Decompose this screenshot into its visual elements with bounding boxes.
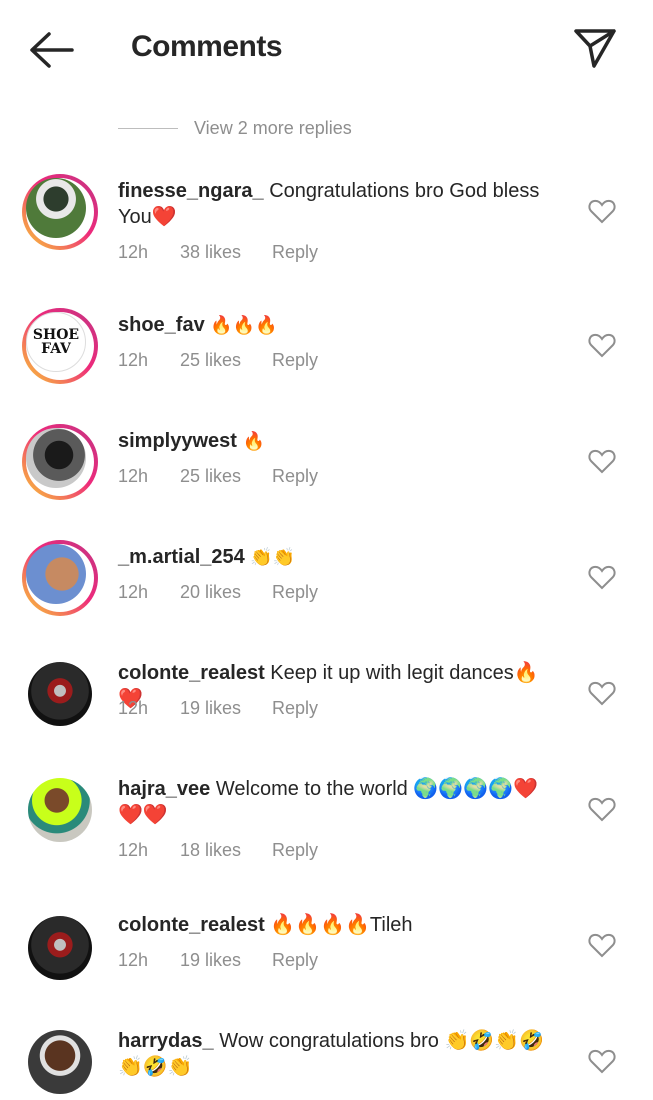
comment-likes[interactable]: 18 likes [180,840,272,861]
comment-message: 🔥🔥🔥 [210,315,278,336]
page-title: Comments [131,30,283,63]
avatar[interactable] [22,910,98,986]
divider-line [118,127,178,129]
avatar[interactable] [22,540,98,616]
heart-icon[interactable] [588,448,616,474]
comment-username[interactable]: harrydas_ [118,1030,214,1052]
comment-item: _m.artial_254 👏👏 12h 20 likes Reply [0,534,653,634]
comment-message: 🔥🔥🔥🔥Tileh [270,914,413,936]
comment-meta: 12h 25 likes Reply [118,466,318,487]
comment-username[interactable]: finesse_ngara_ [118,180,264,202]
reply-button[interactable]: Reply [272,698,318,719]
reply-button[interactable]: Reply [272,840,318,861]
view-more-replies-label: View 2 more replies [194,117,352,138]
paper-plane-icon[interactable] [572,26,618,70]
avatar[interactable] [22,424,98,500]
heart-icon[interactable] [588,680,616,706]
avatar[interactable] [22,1024,98,1100]
heart-icon[interactable] [588,796,616,822]
comment-meta: 12h 19 likes Reply [118,950,318,971]
comment-item: finesse_ngara_ Congratulations bro God b… [0,168,653,278]
comment-text: finesse_ngara_ Congratulations bro God b… [118,178,558,230]
heart-icon[interactable] [588,1048,616,1074]
comment-message: 👏👏 [250,547,296,568]
comment-meta: 12h 20 likes Reply [118,582,318,603]
comment-likes[interactable]: 19 likes [180,950,272,971]
comment-text: colonte_realest 🔥🔥🔥🔥Tileh [118,912,558,938]
comment-likes[interactable]: 20 likes [180,582,272,603]
avatar[interactable]: SHOE FAV [22,308,98,384]
comment-text: shoe_fav 🔥🔥🔥 [118,312,558,339]
comment-username[interactable]: colonte_realest [118,662,265,684]
comment-text: _m.artial_254 👏👏 [118,544,558,571]
comment-meta: 12h 18 likes Reply [118,840,318,861]
comment-text: simplyywest 🔥 [118,428,558,455]
comment-item: harrydas_ Wow congratulations bro 👏🤣👏🤣👏🤣… [0,1018,653,1094]
avatar[interactable] [22,772,98,848]
comment-meta: 12h 19 likes Reply [118,698,318,719]
comment-time: 12h [118,698,149,718]
comment-item: hajra_vee Welcome to the world 🌍🌍🌍🌍❤️❤️❤… [0,766,653,886]
comment-username[interactable]: colonte_realest [118,914,265,936]
header-bar: Comments [0,0,653,98]
comment-likes[interactable]: 19 likes [180,698,272,719]
view-more-replies-button[interactable]: View 2 more replies [118,116,352,140]
comment-time: 12h [118,950,149,970]
comment-username[interactable]: hajra_vee [118,778,210,800]
comment-time: 12h [118,350,149,370]
comment-time: 12h [118,582,149,602]
comment-item: colonte_realest 🔥🔥🔥🔥Tileh 12h 19 likes R… [0,902,653,1002]
heart-icon[interactable] [588,932,616,958]
comment-likes[interactable]: 25 likes [180,466,272,487]
comment-item: simplyywest 🔥 12h 25 likes Reply [0,418,653,518]
comment-text: harrydas_ Wow congratulations bro 👏🤣👏🤣👏🤣… [118,1028,558,1080]
comment-username[interactable]: _m.artial_254 [118,546,245,568]
avatar[interactable] [22,656,98,732]
comment-meta: 12h 38 likes Reply [118,242,318,263]
avatar[interactable] [22,174,98,250]
arrow-left-icon[interactable] [28,30,74,70]
comment-likes[interactable]: 38 likes [180,242,272,263]
avatar-logo-text: SHOE FAV [32,327,80,357]
reply-button[interactable]: Reply [272,466,318,487]
comment-username[interactable]: shoe_fav [118,314,205,336]
comment-text: hajra_vee Welcome to the world 🌍🌍🌍🌍❤️❤️❤… [118,776,558,828]
comment-item: colonte_realest Keep it up with legit da… [0,650,653,750]
comment-meta: 12h 25 likes Reply [118,350,318,371]
heart-icon[interactable] [588,564,616,590]
comment-username[interactable]: simplyywest [118,430,237,452]
reply-button[interactable]: Reply [272,242,318,263]
reply-button[interactable]: Reply [272,350,318,371]
comment-item: SHOE FAV shoe_fav 🔥🔥🔥 12h 25 likes Reply [0,300,653,400]
heart-icon[interactable] [588,198,616,224]
reply-button[interactable]: Reply [272,950,318,971]
comment-time: 12h [118,466,149,486]
heart-icon[interactable] [588,332,616,358]
comment-time: 12h [118,242,149,262]
comment-likes[interactable]: 25 likes [180,350,272,371]
comment-time: 12h [118,840,149,860]
reply-button[interactable]: Reply [272,582,318,603]
comment-message: 🔥 [242,431,265,452]
